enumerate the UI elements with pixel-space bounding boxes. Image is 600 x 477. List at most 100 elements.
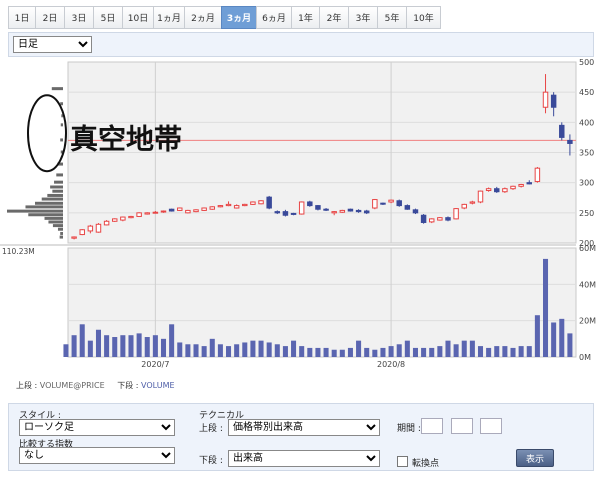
volume-at-price-bar — [56, 173, 63, 177]
volume-at-price-bar — [60, 138, 63, 142]
candle-body — [518, 183, 524, 187]
candle-body — [193, 209, 199, 213]
technical-lower-select[interactable]: 出来高 — [228, 450, 380, 467]
volume-bar — [567, 333, 573, 357]
candle-body — [323, 208, 329, 211]
candle-body — [567, 139, 573, 144]
candle-body — [494, 188, 500, 193]
candle-body — [185, 209, 191, 214]
tab-1[interactable]: 2日 — [35, 6, 65, 29]
candle-body — [307, 201, 313, 207]
candle-body — [372, 199, 378, 209]
candle-body — [355, 209, 362, 213]
candle-body — [201, 207, 207, 211]
tab-6[interactable]: 2ヵ月 — [184, 6, 222, 29]
volume-bar — [388, 346, 394, 357]
tab-7[interactable]: 3ヵ月 — [221, 6, 257, 29]
technical-upper-label: 上段 : — [199, 424, 223, 434]
candle-body — [420, 214, 427, 223]
volume-bar — [112, 337, 118, 357]
volume-bar — [543, 258, 549, 357]
volume-bar — [79, 324, 85, 357]
volume-bar — [299, 346, 305, 357]
period-input-1[interactable] — [421, 418, 443, 434]
price-tick-label: 350 — [579, 149, 594, 158]
legend-lower-value: VOLUME — [141, 381, 175, 390]
period-input-2[interactable] — [451, 418, 473, 434]
candle-period-select[interactable]: 日足 — [13, 36, 92, 53]
volume-at-price-bar — [7, 209, 63, 213]
tab-12[interactable]: 5年 — [377, 6, 407, 29]
chart-options-bar: 日足 — [8, 32, 594, 57]
volume-bar — [258, 340, 264, 357]
technical-upper-select[interactable]: 価格帯別出来高 — [228, 419, 380, 436]
volume-bar — [372, 349, 378, 357]
volume-panel — [67, 247, 577, 358]
tab-8[interactable]: 6ヵ月 — [256, 6, 292, 29]
price-tick-label: 300 — [579, 179, 594, 188]
tab-4[interactable]: 10日 — [122, 6, 154, 29]
candle-body — [380, 202, 386, 205]
candle-body — [160, 210, 167, 213]
candle-body — [242, 203, 248, 207]
period-input-3[interactable] — [480, 418, 502, 434]
candle-body — [217, 205, 224, 208]
turning-point-checkbox[interactable] — [397, 456, 408, 467]
candle-body — [534, 167, 541, 182]
volume-bar — [437, 346, 443, 357]
show-button[interactable]: 表示 — [516, 449, 554, 467]
volume-bar — [429, 347, 435, 357]
chart-legend: 上段 : VOLUME@PRICE 下段 : VOLUME — [16, 380, 175, 391]
tab-5[interactable]: 1ヵ月 — [153, 6, 185, 29]
tab-10[interactable]: 2年 — [319, 6, 349, 29]
volume-bar — [445, 340, 451, 357]
candle-body — [282, 211, 289, 216]
candle-body — [331, 211, 337, 214]
volume-at-price-bar — [57, 227, 63, 231]
candle-body — [363, 210, 370, 214]
volume-at-price-bar — [54, 180, 63, 184]
candle-body — [477, 190, 484, 203]
candle-body — [95, 223, 102, 233]
volume-bar — [185, 344, 191, 357]
candle-body — [485, 188, 492, 192]
volume-at-price-bar — [28, 213, 64, 217]
volume-tick-label: 40M — [579, 280, 596, 289]
candle-body — [290, 212, 297, 215]
candle-body — [388, 199, 394, 203]
volume-bar — [266, 342, 272, 357]
annotation-text: 真空地帯 — [70, 122, 182, 155]
volume-bar — [518, 346, 524, 357]
tab-11[interactable]: 3年 — [348, 6, 378, 29]
candle-body — [136, 212, 142, 217]
candle-body — [274, 211, 281, 214]
tab-13[interactable]: 10年 — [406, 6, 441, 29]
volume-bar — [274, 344, 280, 357]
volume-bar — [559, 318, 565, 357]
candle-body — [177, 207, 183, 211]
tab-2[interactable]: 3日 — [64, 6, 94, 29]
volume-bar — [226, 346, 232, 357]
compare-index-select[interactable]: なし — [19, 447, 175, 464]
tab-3[interactable]: 5日 — [93, 6, 123, 29]
settings-panel: スタイル : ローソク足 比較する指数 なし テクニカル 上段 : 価格帯別出来… — [8, 403, 594, 471]
tab-0[interactable]: 1日 — [8, 6, 36, 29]
period-label: 期間 : — [397, 424, 421, 434]
volume-bar — [63, 344, 69, 357]
candle-body — [315, 205, 321, 210]
volume-bar — [347, 347, 353, 357]
style-select[interactable]: ローソク足 — [19, 419, 175, 436]
price-tick-label: 450 — [579, 88, 594, 97]
volume-bar — [494, 346, 500, 357]
volume-at-price-bar — [50, 185, 63, 189]
candle-body — [510, 185, 516, 190]
volume-bar — [144, 337, 150, 357]
volume-bar — [87, 340, 93, 357]
candle-body — [461, 203, 467, 209]
candle-body — [233, 205, 240, 209]
volume-bar — [152, 335, 158, 357]
candle-body — [298, 201, 305, 215]
volume-at-price-bar — [47, 193, 63, 197]
tab-9[interactable]: 1年 — [291, 6, 320, 29]
candle-body — [559, 124, 565, 138]
